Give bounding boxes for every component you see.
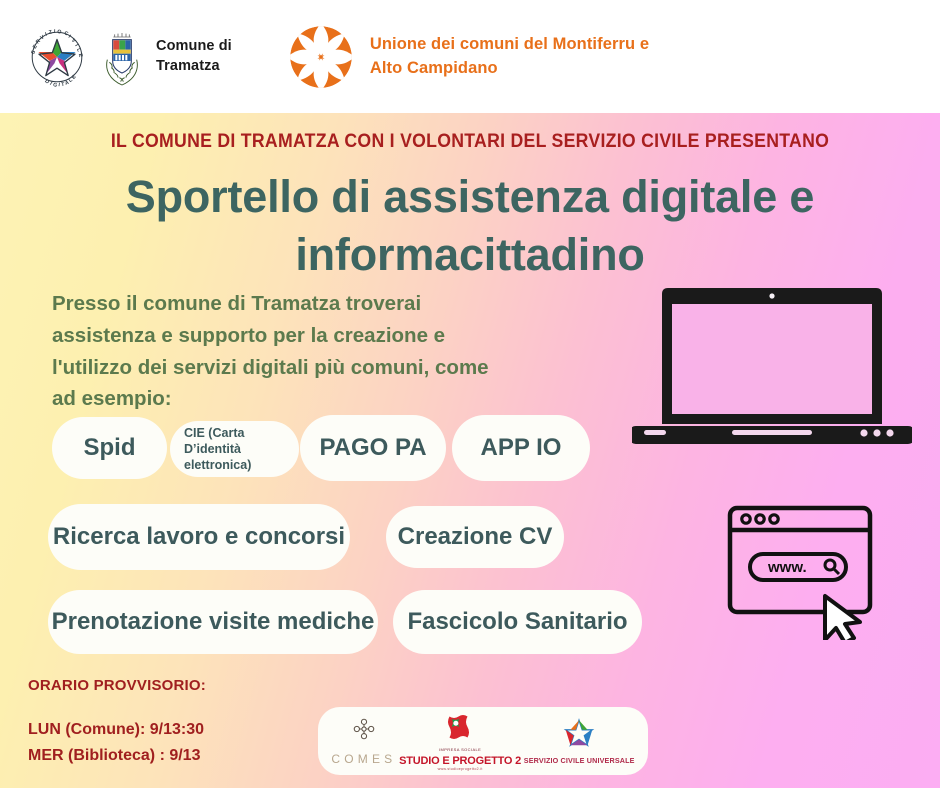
studio-progetto-sub: www.studioeprogetto2.it bbox=[437, 766, 483, 771]
studio-progetto-wordmark: STUDIO E PROGETTO 2 bbox=[399, 754, 522, 767]
service-pill-prenotazione-visite: Prenotazione visite mediche bbox=[48, 590, 378, 654]
comes-wordmark: COMES bbox=[331, 752, 397, 766]
svg-text:O: O bbox=[57, 28, 62, 35]
servizio-civile-universale-wordmark: SERVIZIO CIVILE UNIVERSALE bbox=[523, 755, 635, 765]
partner-servizio-civile-universale: SERVIZIO CIVILE UNIVERSALE bbox=[523, 717, 635, 765]
browser-url-text: www. bbox=[767, 559, 807, 576]
schedule-line-lun: LUN (Comune): 9/13:30 bbox=[28, 721, 205, 738]
browser-window-illustration: www. bbox=[722, 500, 890, 645]
comune-label-line2: Tramatza bbox=[156, 57, 220, 74]
servizio-civile-digitale-logo: S E R V I Z I O C I V I L E D I G I T A … bbox=[26, 26, 88, 88]
svg-text:G: G bbox=[52, 81, 58, 87]
schedule-line-mer: MER (Biblioteca) : 9/13 bbox=[28, 746, 201, 764]
service-pill-cie: CIE (Carta D’identità elettronica) bbox=[170, 421, 299, 477]
svg-text:E: E bbox=[77, 53, 84, 58]
service-pill-creazione-cv: Creazione CV bbox=[386, 506, 564, 568]
intro-line3: l'utilizzo dei servizi digitali più comu… bbox=[52, 355, 489, 379]
studio-progetto-icon bbox=[445, 712, 475, 747]
comes-icon bbox=[351, 716, 377, 747]
intro-line2: assistenza e supporto per la creazione e bbox=[52, 323, 446, 347]
partner-comes: COMES bbox=[331, 716, 396, 766]
poster-root: S E R V I Z I O C I V I L E D I G I T A … bbox=[0, 0, 940, 788]
unione-label: Unione dei comuni del Montiferru e Alto … bbox=[370, 33, 649, 80]
laptop-illustration bbox=[630, 282, 914, 450]
stemma-comune-tramatza bbox=[102, 25, 142, 89]
page-title-line1: Sportello di assistenza digitale e bbox=[125, 171, 815, 222]
intro-line1: Presso il comune di Tramatza troverai bbox=[52, 292, 422, 315]
unione-label-line2: Alto Campidano bbox=[369, 58, 498, 77]
mouse-cursor-icon bbox=[823, 594, 862, 645]
page-title-line2: informacittadino bbox=[295, 228, 645, 280]
svg-text:I: I bbox=[58, 82, 61, 88]
servizio-civile-universale-icon bbox=[563, 717, 595, 753]
partner-studio-e-progetto-2: IMPRESA SOCIALE STUDIO E PROGETTO 2 www.… bbox=[399, 712, 521, 771]
service-pill-fascicolo-sanitario: Fascicolo Sanitario bbox=[393, 590, 642, 654]
service-pill-ricerca-lavoro: Ricerca lavoro e concorsi bbox=[48, 504, 350, 570]
unione-comuni-logo bbox=[286, 22, 356, 92]
poster-kicker: IL COMUNE DI TRAMATZA CON I VOLONTARI DE… bbox=[110, 131, 830, 152]
comune-label-line1: Comune di bbox=[156, 37, 232, 54]
schedule-heading: ORARIO PROVVISORIO: bbox=[28, 677, 206, 694]
header-logo-bar: S E R V I Z I O C I V I L E D I G I T A … bbox=[0, 0, 940, 113]
svg-text:I: I bbox=[44, 31, 48, 37]
intro-line4: ad esempio: bbox=[52, 387, 172, 411]
schedule-lines: LUN (Comune): 9/13:30 MER (Biblioteca) :… bbox=[28, 717, 204, 769]
service-pill-pagopa: PAGO PA bbox=[300, 415, 446, 481]
intro-paragraph: Presso il comune di Tramatza troverai as… bbox=[52, 288, 572, 415]
service-pill-spid: Spid bbox=[52, 417, 167, 479]
comune-label: Comune di Tramatza bbox=[156, 37, 232, 76]
partner-logo-strip: COMES IMPRESA SOCIALE STUDIO E PROGETTO … bbox=[318, 707, 648, 775]
studio-progetto-top-line: IMPRESA SOCIALE bbox=[438, 746, 482, 752]
page-title: Sportello di assistenza digitale e infor… bbox=[90, 168, 850, 283]
service-pill-appio: APP IO bbox=[452, 415, 590, 481]
unione-label-line1: Unione dei comuni del Montiferru e bbox=[369, 35, 650, 54]
